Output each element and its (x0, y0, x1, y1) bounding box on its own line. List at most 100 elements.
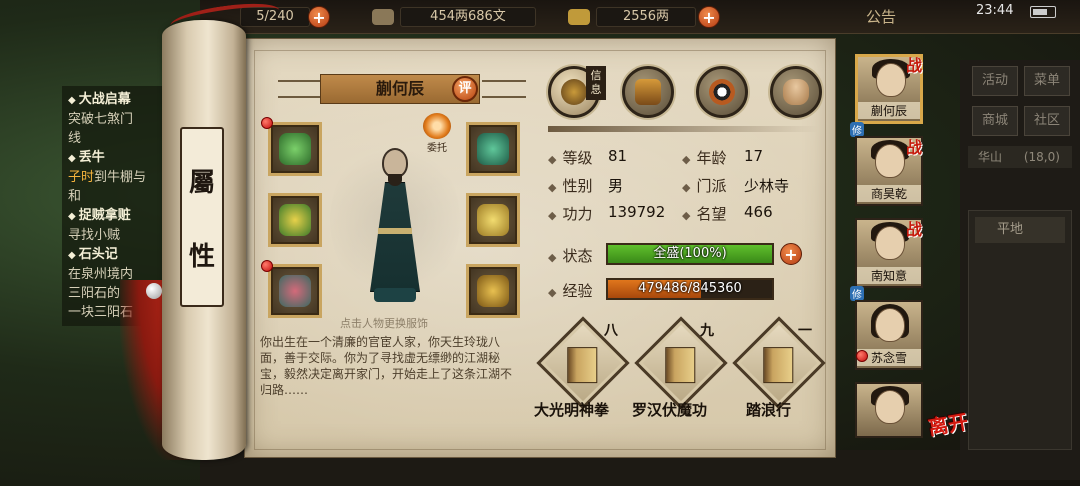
skill-name: 大光明神拳 (534, 401, 610, 419)
quest-title[interactable]: 石头记 (68, 245, 166, 265)
new-item-dot (856, 350, 868, 362)
cultivate-tag: 修 (850, 122, 864, 137)
skill-name: 踏浪行 (746, 401, 792, 419)
quest-highlight: 子时 (68, 170, 95, 185)
rate-button[interactable]: 评 (452, 76, 478, 102)
quest-desc: 寻找小贼 (68, 228, 121, 243)
restore-state-button[interactable]: + (780, 243, 802, 265)
activity-button[interactable]: 活动 (972, 66, 1018, 96)
silver-icon (372, 9, 394, 25)
battery-icon (1030, 6, 1056, 18)
tassel-bead (146, 283, 162, 299)
terrain-panel: 平地 (968, 210, 1072, 450)
figure-boots (374, 288, 416, 302)
level-value: 81 (608, 147, 628, 165)
tab-equipment[interactable] (622, 66, 674, 118)
robe-icon (477, 204, 509, 236)
body-figure-icon (783, 79, 809, 105)
equip-slot-accessory[interactable] (466, 264, 520, 318)
exp-text: 479486/845360 (638, 281, 742, 296)
sect-value: 少林寺 (744, 177, 790, 195)
change-outfit-hint: 点击人物更换服饰 (340, 317, 428, 330)
banner-wing-right (482, 80, 526, 98)
fame-value: 466 (744, 203, 773, 221)
gold-ingot-icon (568, 9, 590, 25)
fame-label: 名望 (682, 203, 726, 224)
battle-tag: 战 (906, 138, 923, 157)
quest-desc: 突破七煞门 (68, 112, 134, 127)
battle-tag: 战 (906, 56, 923, 75)
delegate-label: 委托 (427, 143, 447, 154)
gold-counter: 2556两 (596, 7, 696, 27)
shop-button[interactable]: 商城 (972, 106, 1018, 136)
region-coords: (18,0) (1023, 150, 1060, 164)
power-value: 139792 (608, 203, 666, 221)
tab-meridian[interactable] (770, 66, 822, 118)
headband-icon (477, 133, 509, 165)
name-banner: 蒯何辰 (278, 74, 528, 104)
bracelet-icon (279, 275, 311, 307)
skill-name: 罗汉伏魔功 (632, 401, 708, 419)
power-label: 功力 (548, 203, 592, 224)
character-bio: 你出生在一个清廉的官宦人家，你天生玲珑八面，善于交际。你为了寻找虚无缥缈的江湖秘… (260, 335, 513, 397)
new-item-dot (261, 260, 273, 272)
skill-rank: 九 (700, 323, 714, 339)
panel-title-char: 屬 (188, 167, 215, 198)
banner-wing-left (278, 80, 322, 98)
quest-desc: 子时到牛棚与 (68, 168, 166, 187)
portrait-face (875, 144, 905, 178)
quest-title[interactable]: 捉贼拿赃 (68, 206, 166, 226)
quest-desc-text: 到牛棚与 (94, 170, 147, 185)
state-label: 状态 (548, 245, 592, 266)
jade-ring-icon (279, 204, 311, 236)
equip-slot-weapon[interactable] (268, 122, 322, 176)
clock: 23:44 (976, 3, 1014, 18)
tab-underline (548, 126, 818, 132)
tab-bagua[interactable] (696, 66, 748, 118)
sect-label: 门派 (682, 175, 726, 196)
leave-button[interactable]: 离开 (926, 409, 980, 459)
figure-sash (378, 228, 412, 234)
party-member-name: 南知意 (857, 267, 921, 284)
straw-hat-icon (561, 79, 587, 105)
tab-info-label: 信息 (586, 66, 606, 100)
top-resource-bar: 5/240 + 454两686文 2556两 + (200, 0, 1080, 34)
figure-robe (370, 182, 420, 292)
delegate-icon[interactable] (423, 113, 451, 139)
quest-title[interactable]: 大战启幕 (68, 90, 166, 110)
skill-rank: 八 (604, 323, 618, 339)
party-member[interactable] (855, 382, 923, 438)
gender-value: 男 (608, 177, 624, 195)
level-label: 等级 (548, 147, 592, 168)
skill-book-icon (763, 347, 794, 384)
add-gold-button[interactable]: + (698, 6, 720, 28)
skill-book-icon (567, 347, 598, 384)
battle-tag: 战 (906, 220, 923, 239)
cultivate-tag: 修 (850, 286, 864, 301)
party-member-name: 蒯何辰 (858, 102, 920, 119)
gauntlet-icon (279, 133, 311, 165)
quest-title[interactable]: 丢牛 (68, 148, 166, 168)
skill-book-icon (665, 347, 696, 384)
state-text: 全盛(100%) (653, 246, 727, 261)
portrait-face (875, 308, 905, 342)
exp-label: 经验 (548, 280, 592, 301)
figure-beard (388, 174, 402, 186)
character-figure[interactable] (360, 148, 430, 308)
region-indicator: 华山 (18,0) (968, 146, 1072, 168)
equip-slot-ring[interactable] (268, 193, 322, 247)
bagua-icon (709, 79, 735, 105)
skill-rank: 一 (798, 323, 812, 339)
quest-desc: 线 (68, 131, 82, 146)
portrait-face (875, 390, 905, 424)
gender-label: 性别 (548, 175, 592, 196)
new-item-dot (261, 117, 273, 129)
menu-button[interactable]: 菜单 (1024, 66, 1070, 96)
equip-slot-bracelet[interactable] (268, 264, 322, 318)
community-button[interactable]: 社区 (1024, 106, 1070, 136)
panel-title: 屬 性 (180, 127, 224, 307)
equip-slot-armor[interactable] (466, 193, 520, 247)
add-energy-button[interactable]: + (308, 6, 330, 28)
notice-button[interactable]: 公告 (866, 6, 896, 27)
equip-slot-hat[interactable] (466, 122, 520, 176)
